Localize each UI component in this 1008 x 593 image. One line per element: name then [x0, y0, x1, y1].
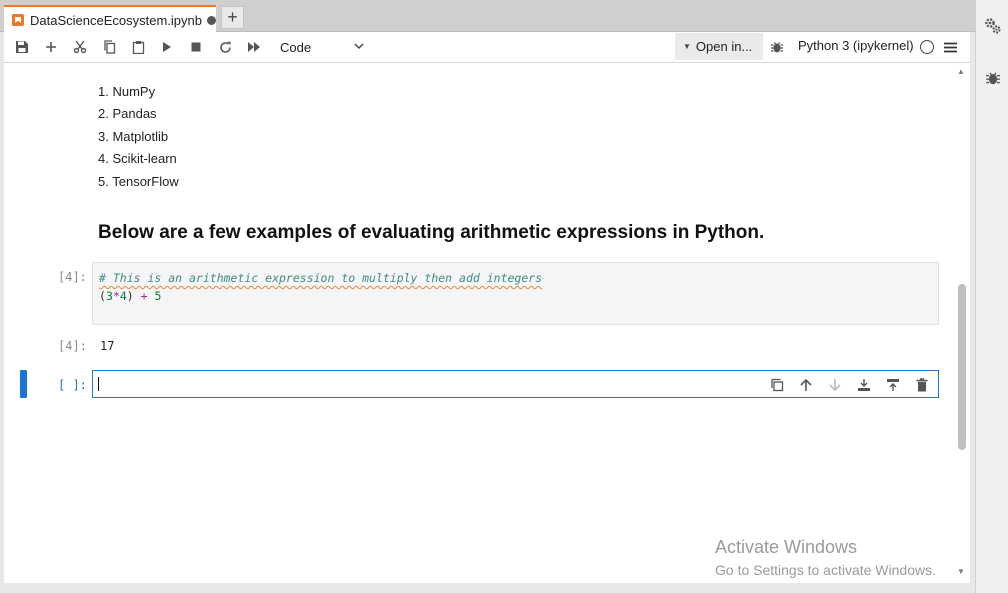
cell-output: 17	[100, 339, 115, 353]
code-line: (3*4) + 5	[99, 287, 932, 305]
notebook-icon	[12, 14, 24, 26]
code-cell-editor[interactable]: # This is an arithmetic expression to mu…	[92, 262, 939, 325]
kernel-name[interactable]: Python 3 (ipykernel)	[798, 38, 914, 53]
trash-icon	[916, 378, 928, 392]
list-number: 5.	[98, 173, 109, 189]
scroll-up-icon[interactable]: ▲	[957, 67, 965, 76]
move-down-button[interactable]	[825, 375, 845, 395]
code-token: 5	[154, 289, 162, 303]
active-cell-prompt: [ ]:	[58, 378, 87, 392]
list-item: 3. Matplotlib	[98, 126, 179, 148]
caret-down-icon: ▼	[683, 42, 691, 51]
move-up-button[interactable]	[796, 375, 816, 395]
code-token: +	[140, 289, 148, 303]
list-item: 5. TensorFlow	[98, 171, 179, 193]
list-item-text: Scikit-learn	[112, 151, 177, 167]
tab-bar: DataScienceEcosystem.ipynb +	[0, 0, 975, 33]
chevron-down-icon	[354, 43, 364, 50]
unsaved-dot-icon[interactable]	[206, 15, 216, 25]
code-token: *	[112, 289, 120, 303]
markdown-heading: Below are a few examples of evaluating a…	[98, 222, 765, 243]
markdown-list: 1. NumPy 2. Pandas 3. Matplotlib 4. Scik…	[98, 81, 179, 193]
open-in-button[interactable]: ▼ Open in...	[675, 33, 763, 60]
debugger-panel-button[interactable]	[984, 69, 1002, 87]
notebook-panel[interactable]: 1. NumPy 2. Pandas 3. Matplotlib 4. Scik…	[4, 63, 970, 583]
clipboard-icon	[132, 41, 144, 54]
copy-icon	[103, 40, 115, 54]
arrow-up-icon	[800, 378, 812, 391]
cell-type-value: Code	[280, 39, 312, 55]
code-token: 4	[119, 289, 127, 303]
tab-title: DataScienceEcosystem.ipynb	[30, 12, 202, 28]
bug-icon	[771, 42, 783, 53]
scroll-down-icon[interactable]: ▼	[957, 567, 965, 576]
run-button[interactable]	[156, 36, 178, 58]
list-item: 1. NumPy	[98, 81, 179, 103]
output-prompt: [4]:	[58, 339, 87, 353]
code-token: )	[126, 289, 141, 303]
fast-forward-icon	[248, 42, 260, 52]
list-item-text: Matplotlib	[112, 128, 169, 144]
save-button[interactable]	[11, 36, 33, 58]
run-all-button[interactable]	[243, 36, 265, 58]
code-comment: # This is an arithmetic expression to mu…	[99, 271, 543, 285]
insert-below-button[interactable]	[854, 375, 874, 395]
insert-cell-button[interactable]	[40, 36, 62, 58]
bug-icon	[986, 72, 1000, 85]
play-icon	[163, 42, 171, 52]
scissors-icon	[73, 40, 87, 54]
cell-type-select[interactable]: Code	[278, 35, 366, 59]
new-tab-button[interactable]: +	[221, 6, 244, 29]
plus-icon	[46, 42, 56, 52]
restart-button[interactable]	[214, 36, 236, 58]
insert-above-button[interactable]	[883, 375, 903, 395]
arrow-down-icon	[829, 379, 841, 392]
cut-button[interactable]	[69, 36, 91, 58]
list-number: 3.	[98, 128, 109, 144]
debugger-button[interactable]	[766, 36, 788, 58]
scrollbar-thumb[interactable]	[958, 284, 966, 450]
list-number: 4.	[98, 151, 109, 167]
property-inspector-button[interactable]	[984, 17, 1002, 35]
interrupt-button[interactable]	[185, 36, 207, 58]
stop-icon	[191, 42, 201, 52]
code-token: (	[99, 289, 106, 303]
active-cell-editor[interactable]	[92, 370, 939, 398]
duplicate-cell-button[interactable]	[767, 375, 787, 395]
insert-above-icon	[887, 379, 899, 391]
copy-button[interactable]	[98, 36, 120, 58]
kernel-status-icon	[920, 40, 934, 54]
duplicate-icon	[771, 378, 784, 392]
text-cursor	[98, 377, 99, 391]
list-item-text: Pandas	[112, 106, 157, 122]
right-sidebar	[975, 0, 1008, 593]
refresh-icon	[219, 41, 231, 53]
notebook-toolbar: Code ▼ Open in... Python 3 (ipykernel)	[4, 32, 970, 63]
tab-notebook[interactable]: DataScienceEcosystem.ipynb	[4, 5, 216, 33]
open-in-label: Open in...	[695, 39, 753, 54]
list-number: 2.	[98, 106, 109, 122]
hamburger-icon	[943, 42, 957, 52]
code-token: 3	[105, 289, 113, 303]
watermark-title: Activate Windows	[715, 537, 858, 557]
paste-button[interactable]	[127, 36, 149, 58]
delete-cell-button[interactable]	[912, 375, 932, 395]
gears-icon	[985, 18, 1001, 34]
save-icon	[16, 41, 28, 53]
list-item-text: NumPy	[112, 84, 156, 99]
menu-button[interactable]	[939, 36, 961, 58]
insert-below-icon	[858, 379, 870, 391]
watermark-subtitle: Go to Settings to activate Windows.	[715, 562, 936, 578]
input-prompt: [4]:	[58, 270, 87, 284]
list-item: 4. Scikit-learn	[98, 148, 179, 170]
list-item: 2. Pandas	[98, 103, 179, 125]
list-item-text: TensorFlow	[112, 173, 179, 189]
list-number: 1.	[98, 84, 109, 99]
activate-windows-watermark: Activate Windows Go to Settings to activ…	[715, 537, 936, 578]
active-cell-indicator	[20, 370, 27, 398]
